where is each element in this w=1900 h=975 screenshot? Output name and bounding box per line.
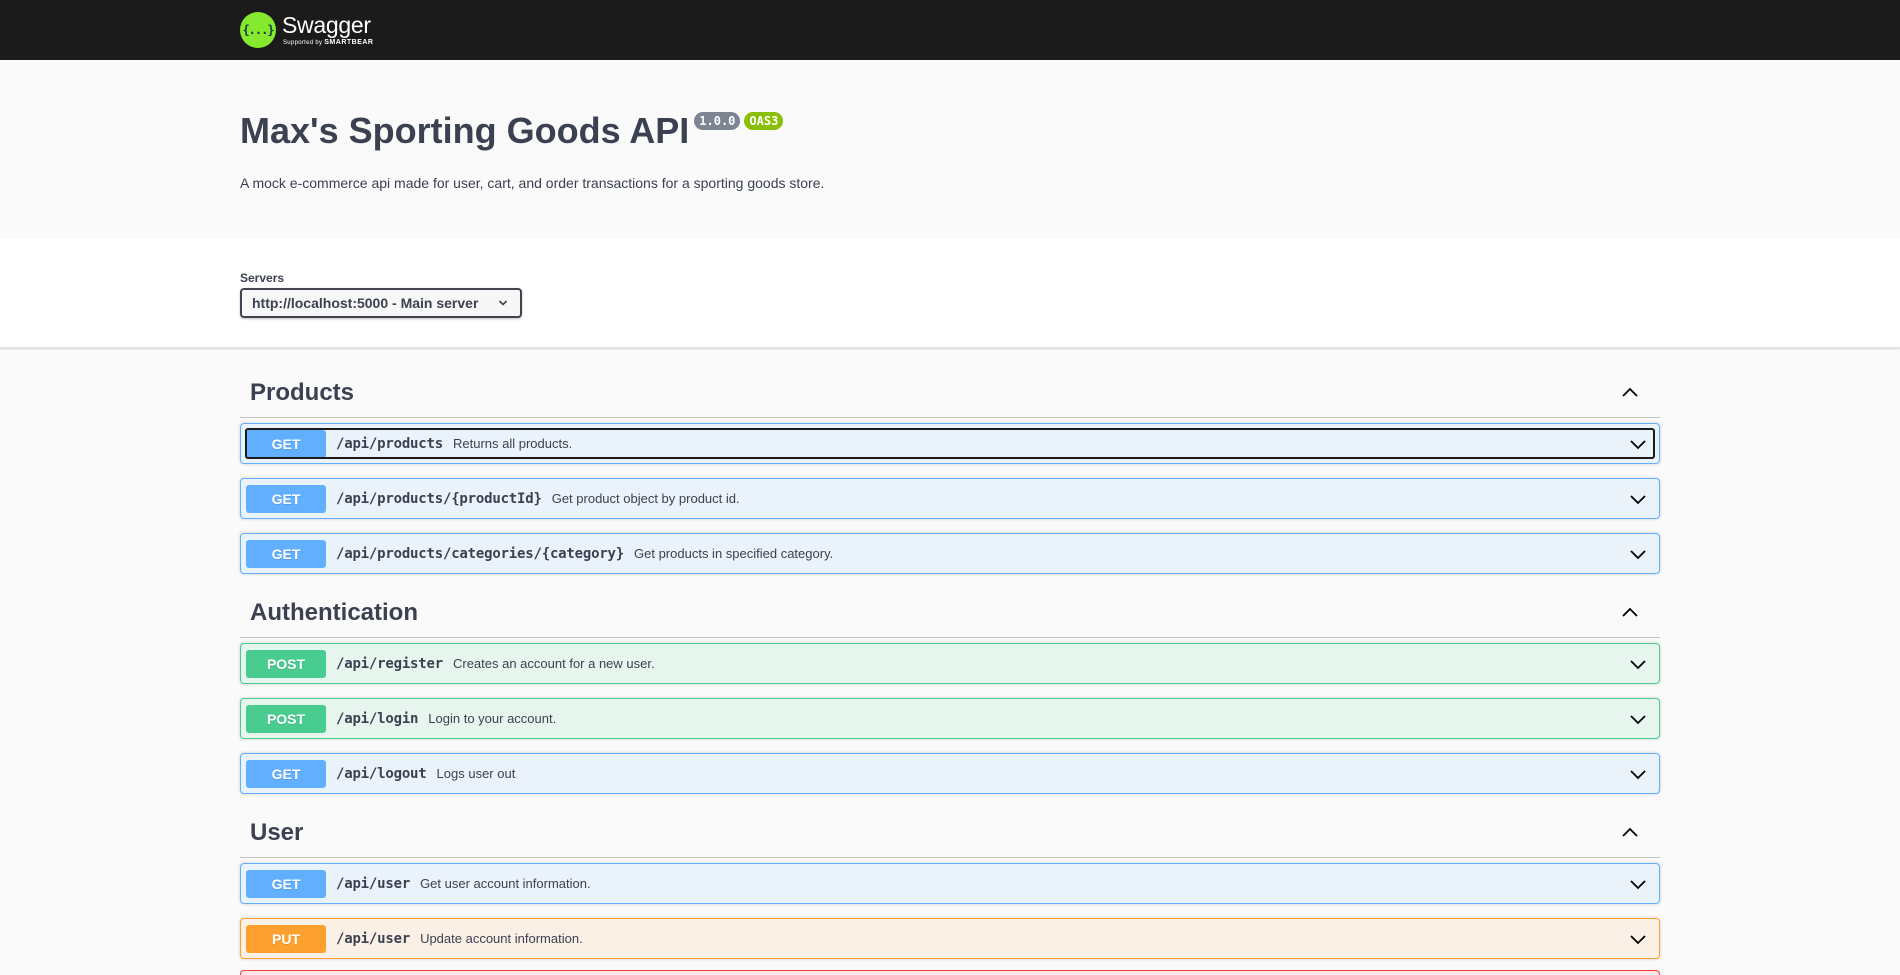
- operation-post-login[interactable]: POST /api/login Login to your account.: [240, 698, 1660, 739]
- method-badge: POST: [246, 704, 326, 733]
- operation-path: /api/products: [336, 435, 443, 452]
- operation-summary: Get product object by product id.: [551, 491, 740, 506]
- logo-subtitle: Supported by SMARTBEAR: [282, 39, 374, 46]
- tag-section-user: User GET /api/user Get user account info…: [240, 808, 1660, 975]
- logo-sub-prefix: Supported by: [283, 40, 323, 46]
- operation-path: /api/user: [336, 875, 411, 892]
- operation-summary: Get user account information.: [420, 876, 591, 891]
- logo-name: Swagger: [282, 12, 371, 38]
- method-badge: PUT: [246, 924, 326, 953]
- info-section: Max's Sporting Goods API 1.0.0 OAS3 A mo…: [0, 60, 1900, 238]
- version-badge: 1.0.0: [694, 112, 741, 130]
- operation-post-register[interactable]: POST /api/register Creates an account fo…: [240, 643, 1660, 684]
- chevron-down-icon[interactable]: [1628, 544, 1648, 564]
- method-badge: GET: [246, 539, 326, 568]
- operation-get-products[interactable]: GET /api/products Returns all products.: [240, 423, 1660, 464]
- chevron-up-icon[interactable]: [1620, 603, 1640, 623]
- chevron-down-icon[interactable]: [1628, 764, 1648, 784]
- tag-name: Products: [250, 378, 355, 406]
- chevron-down-icon[interactable]: [1628, 489, 1648, 509]
- chevron-down-icon[interactable]: [1628, 929, 1648, 949]
- operation-path: /api/login: [336, 710, 419, 727]
- api-description: A mock e-commerce api made for user, car…: [240, 175, 825, 191]
- tag-header-user[interactable]: User: [240, 808, 1660, 858]
- chevron-down-icon[interactable]: [1628, 874, 1648, 894]
- tag-name: Authentication: [250, 598, 418, 626]
- tag-header-authentication[interactable]: Authentication: [240, 588, 1660, 638]
- chevron-down-icon[interactable]: [1628, 434, 1648, 454]
- method-badge: GET: [246, 869, 326, 898]
- operation-get-user[interactable]: GET /api/user Get user account informati…: [240, 863, 1660, 904]
- operation-partial-delete[interactable]: [240, 970, 1660, 975]
- tag-name: User: [250, 818, 304, 846]
- operation-path: /api/logout: [336, 765, 427, 782]
- swagger-logo-icon: {...}: [240, 12, 276, 48]
- operation-summary: Creates an account for a new user.: [452, 656, 655, 671]
- swagger-logo[interactable]: {...} Swagger Supported by SMARTBEAR: [240, 12, 374, 48]
- operation-path: /api/products/{productId}: [336, 490, 542, 507]
- chevron-up-icon[interactable]: [1620, 383, 1640, 403]
- operation-summary: Returns all products.: [452, 436, 573, 451]
- method-badge: POST: [246, 649, 326, 678]
- operation-summary: Get products in specified category.: [634, 546, 834, 561]
- chevron-up-icon[interactable]: [1620, 823, 1640, 843]
- operation-summary: Update account information.: [420, 931, 583, 946]
- tag-section-products: Products GET /api/products Returns all p…: [240, 368, 1660, 574]
- chevron-down-icon[interactable]: [1628, 654, 1648, 674]
- page-title: Max's Sporting Goods API: [240, 110, 690, 151]
- servers-select[interactable]: http://localhost:5000 - Main server: [240, 288, 522, 318]
- method-badge: GET: [246, 759, 326, 788]
- tag-section-authentication: Authentication POST /api/register Create…: [240, 588, 1660, 794]
- operation-get-products-by-category[interactable]: GET /api/products/categories/{category} …: [240, 533, 1660, 574]
- topbar: {...} Swagger Supported by SMARTBEAR: [0, 0, 1900, 60]
- operation-path: /api/products/categories/{category}: [336, 545, 625, 562]
- method-badge: GET: [246, 429, 326, 458]
- operation-put-user[interactable]: PUT /api/user Update account information…: [240, 918, 1660, 959]
- operations-container: Products GET /api/products Returns all p…: [240, 348, 1660, 975]
- operation-get-product-by-id[interactable]: GET /api/products/{productId} Get produc…: [240, 478, 1660, 519]
- servers-label: Servers: [240, 271, 285, 285]
- tag-header-products[interactable]: Products: [240, 368, 1660, 418]
- logo-glyph: {...}: [242, 23, 274, 37]
- servers-section: Servers http://localhost:5000 - Main ser…: [0, 238, 1900, 348]
- method-badge: GET: [246, 484, 326, 513]
- servers-selected-value: http://localhost:5000 - Main server: [252, 295, 479, 311]
- logo-sub-brand: SMARTBEAR: [324, 39, 374, 46]
- operation-path: /api/user: [336, 930, 411, 947]
- oas-badge: OAS3: [744, 112, 784, 130]
- chevron-down-icon[interactable]: [1628, 709, 1648, 729]
- operation-summary: Logs user out: [436, 766, 516, 781]
- operation-get-logout[interactable]: GET /api/logout Logs user out: [240, 753, 1660, 794]
- operation-path: /api/register: [336, 655, 443, 672]
- operation-summary: Login to your account.: [428, 711, 557, 726]
- chevron-down-icon: [498, 300, 508, 306]
